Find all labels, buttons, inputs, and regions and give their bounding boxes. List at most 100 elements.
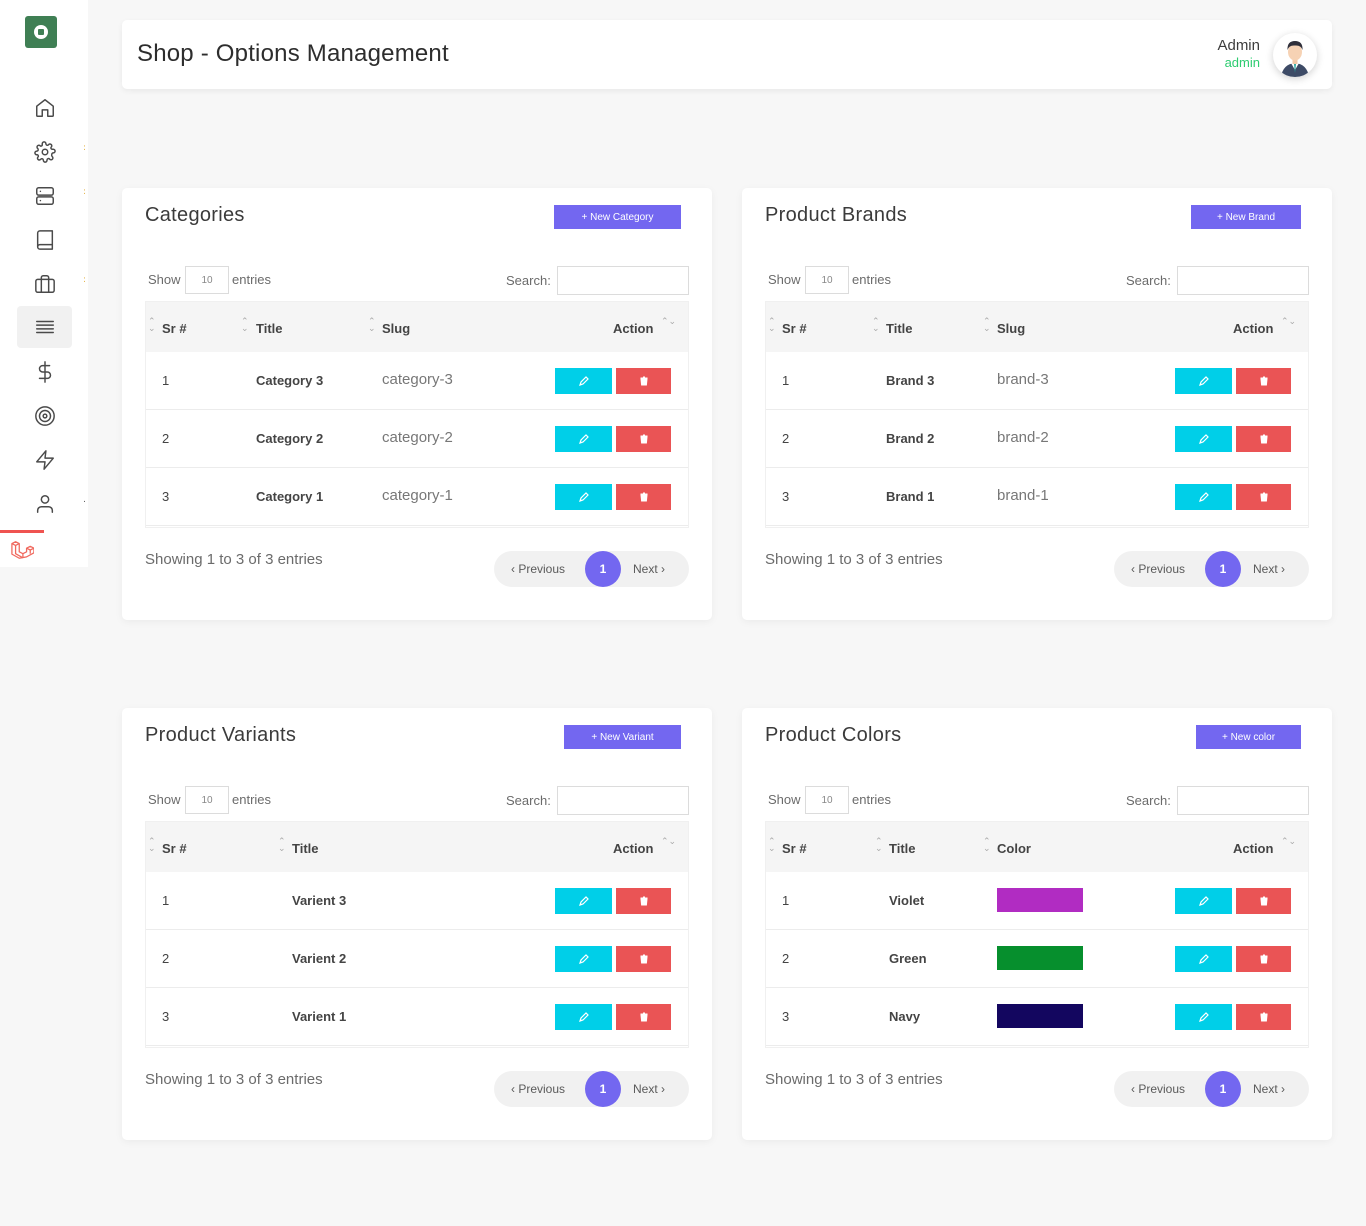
col-title[interactable]: Title (256, 321, 283, 336)
entries-length-select[interactable]: 10 (805, 266, 849, 294)
delete-button[interactable] (616, 484, 671, 510)
col-title[interactable]: Title (292, 841, 319, 856)
delete-button[interactable] (616, 368, 671, 394)
edit-button[interactable] (555, 368, 612, 394)
sidebar-item-user[interactable]: . (17, 483, 86, 525)
delete-button[interactable] (1236, 484, 1291, 510)
delete-button[interactable] (616, 946, 671, 972)
delete-button[interactable] (616, 888, 671, 914)
new-variant-button[interactable]: + New Variant (564, 725, 681, 749)
sidebar-item-server[interactable]: : (17, 175, 86, 217)
edit-button[interactable] (1175, 888, 1232, 914)
col-action[interactable]: Action (1233, 321, 1273, 336)
search-input[interactable] (557, 786, 689, 815)
current-page-button[interactable]: 1 (1205, 1071, 1241, 1107)
next-page-button[interactable]: Next › (1253, 562, 1285, 576)
table-row: 2 Green (766, 930, 1308, 988)
entries-length-select[interactable]: 10 (805, 786, 849, 814)
col-action[interactable]: Action (1233, 841, 1273, 856)
delete-button[interactable] (1236, 368, 1291, 394)
col-sr[interactable]: Sr # (782, 321, 807, 336)
edit-button[interactable] (555, 1004, 612, 1030)
entries-length-select[interactable]: 10 (185, 786, 229, 814)
table-row: 1 Varient 3 (146, 872, 688, 930)
col-color[interactable]: Color (997, 841, 1031, 856)
cell-sr: 2 (162, 431, 170, 446)
col-sr[interactable]: Sr # (782, 841, 807, 856)
edit-icon (1198, 434, 1209, 444)
search-input[interactable] (1177, 786, 1309, 815)
sidebar-item-home[interactable] (17, 87, 72, 129)
card-title: Categories (145, 204, 245, 226)
sidebar-item-options[interactable] (17, 306, 72, 348)
entries-length-select[interactable]: 10 (185, 266, 229, 294)
current-page-button[interactable]: 1 (585, 1071, 621, 1107)
delete-button[interactable] (616, 426, 671, 452)
delete-button[interactable] (1236, 1004, 1291, 1030)
delete-button[interactable] (1236, 946, 1291, 972)
new-category-button[interactable]: + New Category (554, 205, 681, 229)
previous-page-button[interactable]: ‹ Previous (1131, 562, 1185, 576)
avatar[interactable] (1273, 33, 1317, 77)
search-label: Search: (506, 273, 551, 288)
search-input[interactable] (1177, 266, 1309, 295)
delete-button[interactable] (1236, 426, 1291, 452)
trash-icon (1259, 492, 1268, 502)
table-info: Showing 1 to 3 of 3 entries (145, 1071, 323, 1088)
variants-card: Product Variants + New Variant Show 10 e… (122, 708, 712, 1140)
edit-icon (1198, 492, 1209, 502)
col-action[interactable]: Action (613, 321, 653, 336)
sidebar-item-book[interactable] (17, 219, 72, 261)
cell-slug: category-2 (382, 429, 453, 446)
trash-icon (1259, 954, 1268, 964)
cell-slug: category-1 (382, 487, 453, 504)
current-page-button[interactable]: 1 (585, 551, 621, 587)
cell-sr: 1 (782, 893, 790, 908)
previous-page-button[interactable]: ‹ Previous (1131, 1082, 1185, 1096)
previous-page-button[interactable]: ‹ Previous (511, 562, 565, 576)
sidebar-item-target[interactable] (17, 395, 72, 437)
current-page-button[interactable]: 1 (1205, 551, 1241, 587)
new-brand-button[interactable]: + New Brand (1191, 205, 1301, 229)
laravel-tab[interactable] (0, 530, 44, 567)
edit-icon (578, 954, 589, 964)
col-slug[interactable]: Slug (997, 321, 1025, 336)
user-info[interactable]: Admin admin (1217, 37, 1260, 70)
previous-page-button[interactable]: ‹ Previous (511, 1082, 565, 1096)
edit-icon (578, 1012, 589, 1022)
sidebar-item-zap[interactable] (17, 439, 72, 481)
edit-button[interactable] (555, 484, 612, 510)
col-sr[interactable]: Sr # (162, 841, 187, 856)
delete-button[interactable] (1236, 888, 1291, 914)
edit-button[interactable] (1175, 1004, 1232, 1030)
show-label: Show (768, 792, 801, 807)
search-input[interactable] (557, 266, 689, 295)
sidebar-item-settings[interactable]: : (17, 131, 86, 173)
sidebar-item-briefcase[interactable]: : (17, 263, 86, 305)
home-icon (35, 99, 54, 117)
delete-button[interactable] (616, 1004, 671, 1030)
next-page-button[interactable]: Next › (633, 562, 665, 576)
edit-button[interactable] (1175, 368, 1232, 394)
edit-button[interactable] (555, 888, 612, 914)
col-action[interactable]: Action (613, 841, 653, 856)
next-page-button[interactable]: Next › (633, 1082, 665, 1096)
edit-button[interactable] (1175, 426, 1232, 452)
edit-button[interactable] (1175, 484, 1232, 510)
sidebar-item-finance[interactable] (17, 351, 72, 393)
edit-button[interactable] (1175, 946, 1232, 972)
edit-button[interactable] (555, 946, 612, 972)
variants-table: ⌃ ⌄ Sr # ⌃ ⌄ Title Action ⌃⌄ 1 Varient 3 2… (145, 821, 689, 1048)
edit-button[interactable] (555, 426, 612, 452)
app-logo[interactable] (25, 16, 57, 48)
col-sr[interactable]: Sr # (162, 321, 187, 336)
col-title[interactable]: Title (886, 321, 913, 336)
cell-title: Navy (889, 1009, 921, 1024)
next-page-button[interactable]: Next › (1253, 1082, 1285, 1096)
gear-icon (33, 141, 56, 163)
table-header: ⌃ ⌄ Sr # ⌃ ⌄ Title ⌃ ⌄ Slug Action ⌃⌄ (766, 302, 1308, 352)
entries-label: entries (852, 272, 892, 287)
col-slug[interactable]: Slug (382, 321, 410, 336)
new-color-button[interactable]: + New color (1196, 725, 1301, 749)
col-title[interactable]: Title (889, 841, 916, 856)
